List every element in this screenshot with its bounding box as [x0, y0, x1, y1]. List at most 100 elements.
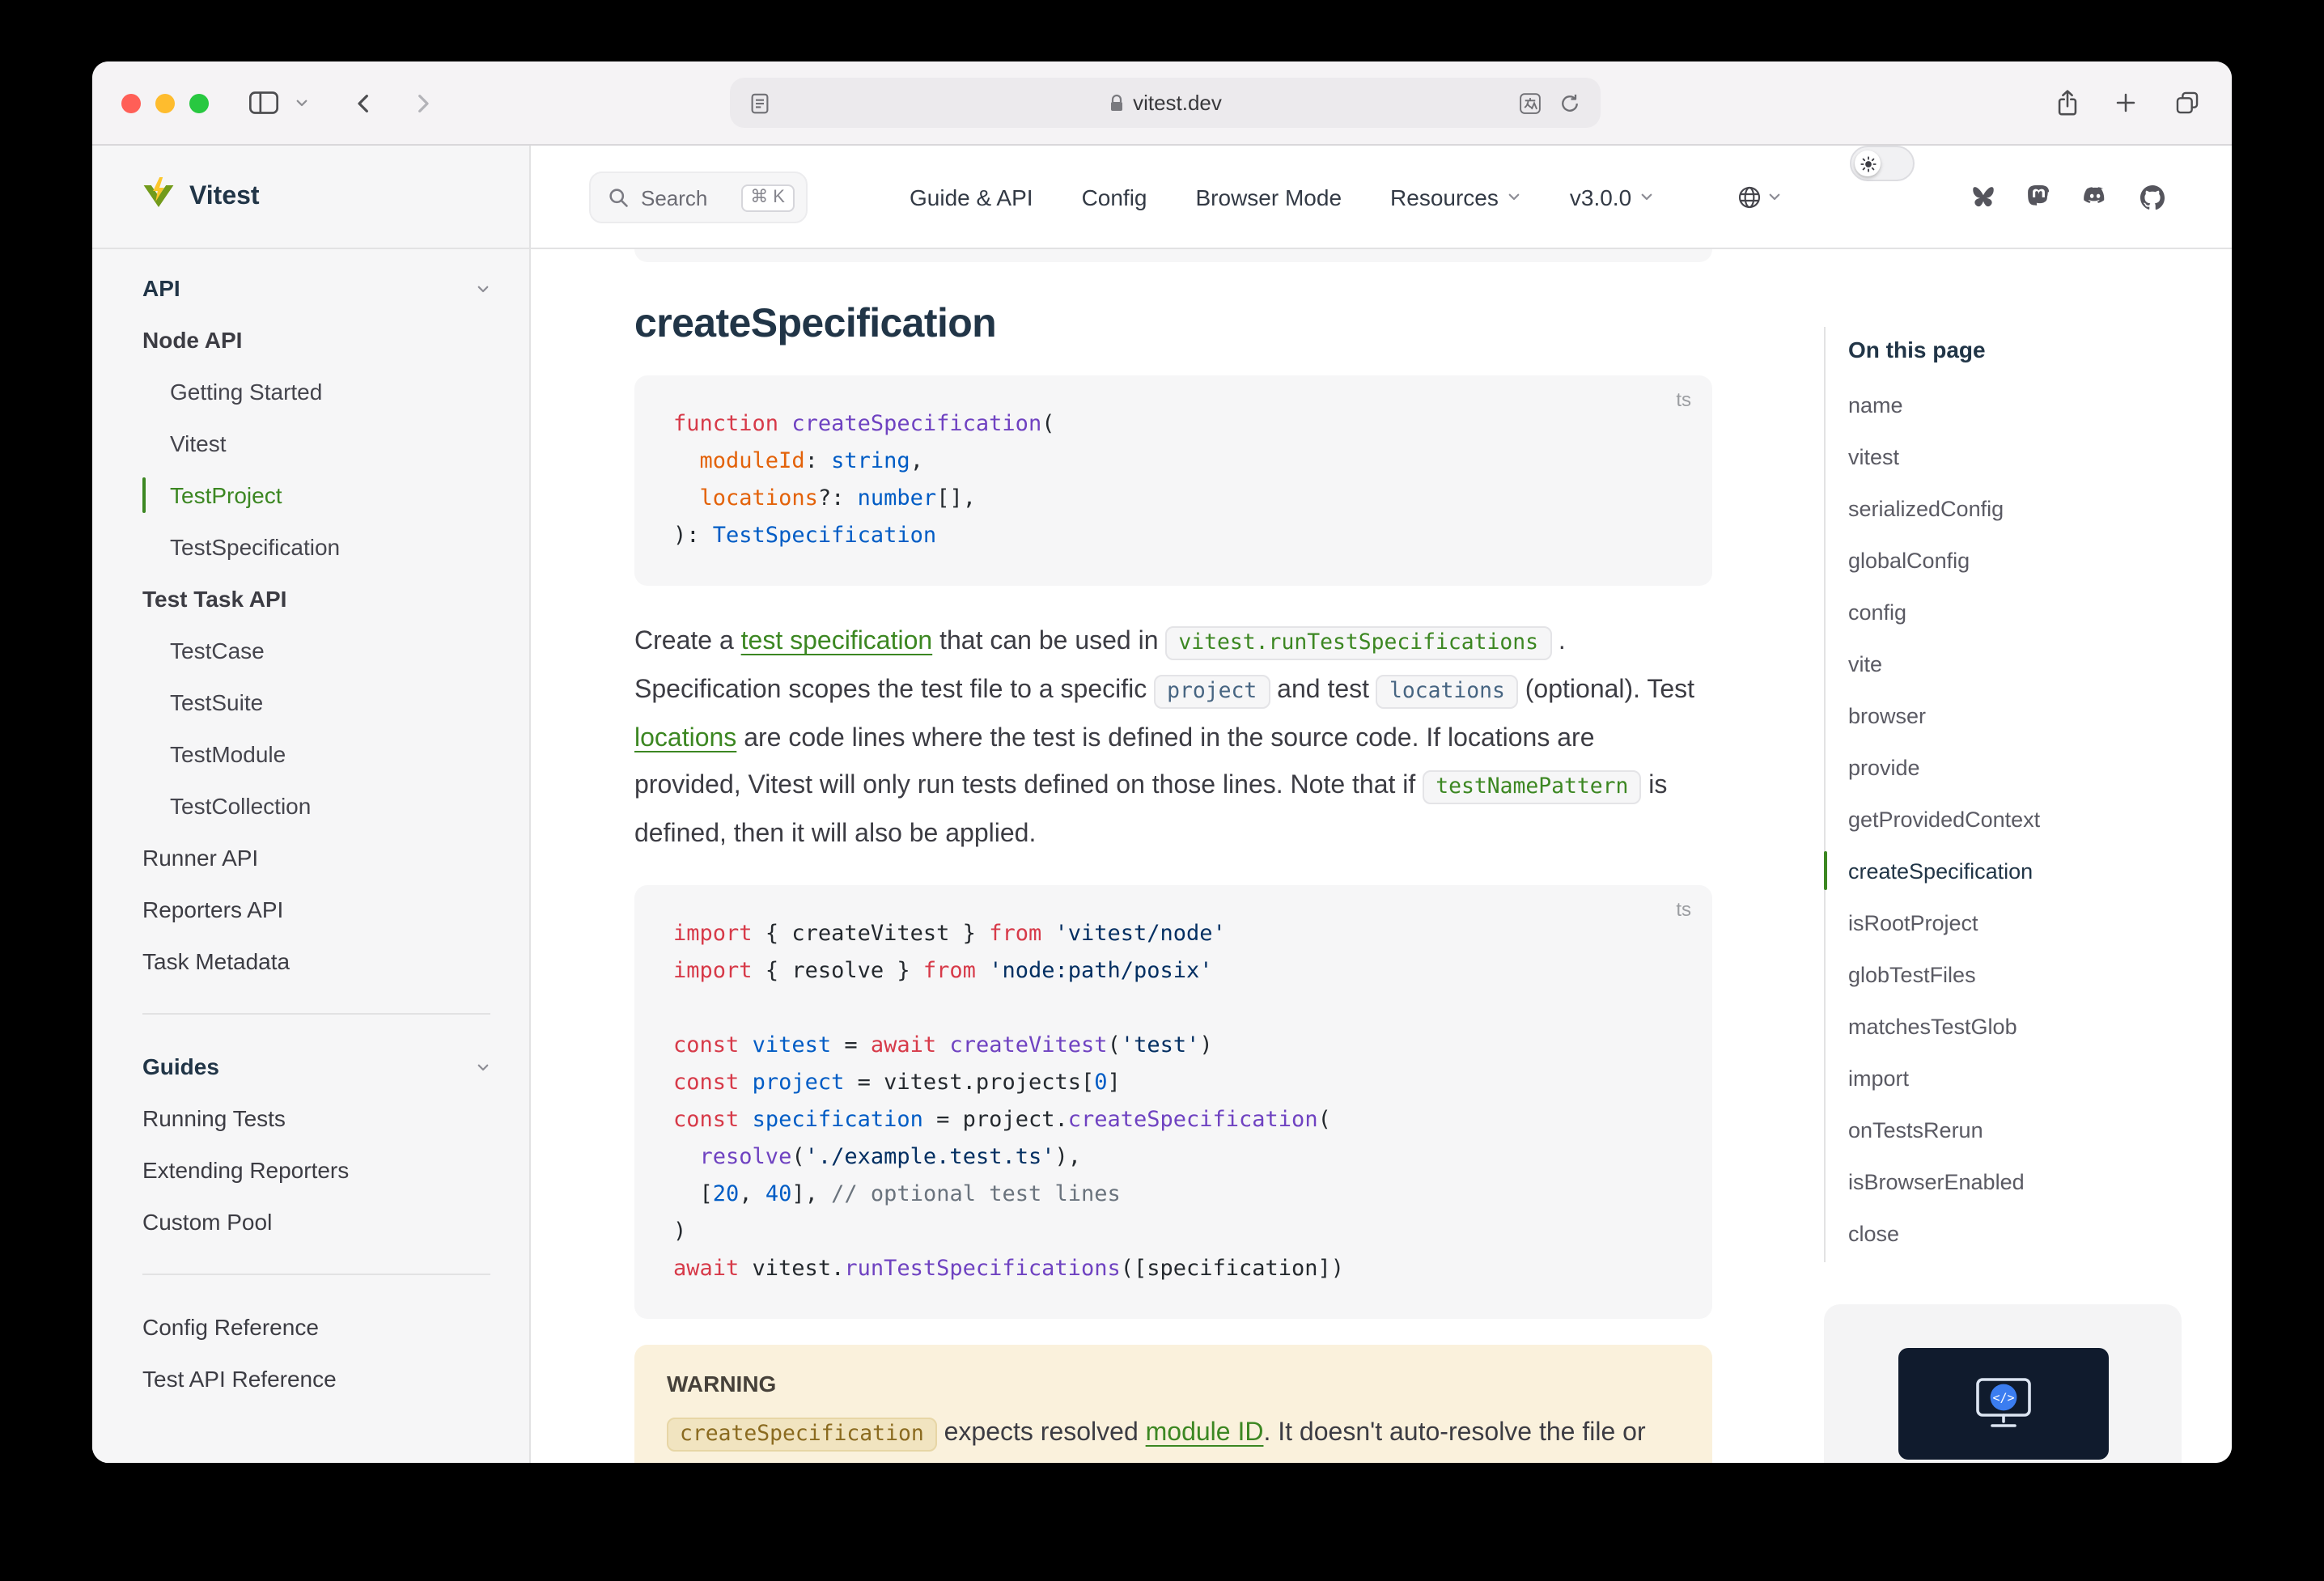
sidebar-item-getting-started[interactable]: Getting Started — [142, 366, 490, 418]
sidebar-item-testproject[interactable]: TestProject — [142, 469, 490, 521]
text-link[interactable]: test specification — [741, 628, 933, 655]
theme-toggle[interactable] — [1850, 146, 1915, 181]
toc-item-globtestfiles[interactable]: globTestFiles — [1848, 948, 2182, 1000]
toc-item-close[interactable]: close — [1848, 1207, 2182, 1259]
toc-item-ontestsrerun[interactable]: onTestsRerun — [1848, 1104, 2182, 1155]
nav-link-config[interactable]: Config — [1082, 184, 1147, 210]
code-token: [], — [936, 485, 976, 511]
code-token: , — [739, 1181, 765, 1207]
inline-code-link[interactable]: vitest.runTestSpecifications — [1165, 626, 1551, 660]
toc-item-createspecification[interactable]: createSpecification — [1848, 845, 2182, 896]
bluesky-link[interactable] — [1970, 183, 1997, 210]
sidebar-item-guides[interactable]: Guides — [142, 1041, 490, 1092]
sidebar-item-test-task-api[interactable]: Test Task API — [142, 573, 490, 625]
sidebar-toggle-button[interactable] — [246, 85, 282, 121]
new-tab-button[interactable] — [2107, 85, 2143, 121]
sidebar-item-running-tests[interactable]: Running Tests — [142, 1092, 490, 1144]
sidebar-item-custom-pool[interactable]: Custom Pool — [142, 1196, 490, 1248]
sidebar-item-node-api[interactable]: Node API — [142, 314, 490, 366]
code-token: ] — [1108, 1070, 1121, 1096]
sidebar-item-extending-reporters[interactable]: Extending Reporters — [142, 1144, 490, 1196]
code-token: createVitest — [949, 1032, 1107, 1058]
github-link[interactable] — [2138, 182, 2167, 211]
code-block-example: ts import { createVitest } from 'vitest/… — [634, 885, 1712, 1319]
inline-code: project — [1154, 675, 1270, 709]
toc-item-isrootproject[interactable]: isRootProject — [1848, 896, 2182, 948]
toc-item-vite[interactable]: vite — [1848, 638, 2182, 689]
code-token: const — [673, 1107, 739, 1133]
warning-title: WARNING — [667, 1371, 1680, 1397]
reload-button[interactable] — [1559, 91, 1581, 114]
intro-paragraph: Create a test specification that can be … — [634, 618, 1703, 858]
sidebar-item-runner-api[interactable]: Runner API — [142, 832, 490, 884]
tab-overview-button[interactable] — [2169, 85, 2204, 121]
inline-code: locations — [1376, 675, 1518, 709]
site-header: Vitest Search ⌘ K Guide & API Config Brows… — [92, 146, 2232, 249]
share-button[interactable] — [2049, 85, 2084, 121]
inline-code-link[interactable]: testNamePattern — [1423, 770, 1641, 804]
address-bar[interactable]: vitest.dev — [730, 78, 1601, 128]
nav-link-browser-mode[interactable]: Browser Mode — [1196, 184, 1342, 210]
warning-body: createSpecification expects resolved mod… — [667, 1411, 1680, 1463]
nav-link-resources[interactable]: Resources — [1390, 184, 1521, 210]
toc-item-serializedconfig[interactable]: serializedConfig — [1848, 482, 2182, 534]
sidebar-item-testmodule[interactable]: TestModule — [142, 728, 490, 780]
code-token: import — [673, 958, 753, 984]
sidebar-item-test-api-reference[interactable]: Test API Reference — [142, 1353, 490, 1405]
sidebar-item-label: Task Metadata — [142, 948, 290, 974]
sidebar-item-testsuite[interactable]: TestSuite — [142, 676, 490, 728]
code-token: vitest. — [739, 1256, 844, 1282]
mastodon-link[interactable] — [2025, 183, 2052, 210]
toc-item-matchestestglob[interactable]: matchesTestGlob — [1848, 1000, 2182, 1052]
toc-item-config[interactable]: config — [1848, 586, 2182, 638]
nav-link-v3-0-0[interactable]: v3.0.0 — [1570, 184, 1654, 210]
forward-button[interactable] — [405, 85, 440, 121]
sidebar-item-api[interactable]: API — [142, 262, 490, 314]
translate-button[interactable] — [1518, 91, 1542, 115]
back-button[interactable] — [346, 85, 382, 121]
sidebar-item-testcase[interactable]: TestCase — [142, 625, 490, 676]
text-link[interactable]: module ID — [1146, 1419, 1264, 1447]
sidebar-item-testcollection[interactable]: TestCollection — [142, 780, 490, 832]
page-title: createSpecification — [634, 301, 1712, 348]
toc-item-getprovidedcontext[interactable]: getProvidedContext — [1848, 793, 2182, 845]
sidebar-nav: APINode APIGetting StartedVitestTestProj… — [92, 249, 531, 1463]
sidebar-item-testspecification[interactable]: TestSpecification — [142, 521, 490, 573]
vitest-logo[interactable]: Vitest — [92, 146, 531, 248]
code-token: = project. — [923, 1107, 1068, 1133]
code-token — [1041, 921, 1054, 947]
sidebar-item-config-reference[interactable]: Config Reference — [142, 1301, 490, 1353]
toc-item-name[interactable]: name — [1848, 379, 2182, 430]
toc-item-browser[interactable]: browser — [1848, 689, 2182, 741]
nav-link-guide-api[interactable]: Guide & API — [910, 184, 1033, 210]
code-token: ) — [673, 1219, 686, 1244]
code-line: ): TestSpecification — [673, 518, 1673, 555]
code-line: import { createVitest } from 'vitest/nod… — [673, 916, 1673, 953]
sidebar-item-reporters-api[interactable]: Reporters API — [142, 884, 490, 935]
close-window-button[interactable] — [121, 94, 141, 113]
toc-item-isbrowserenabled[interactable]: isBrowserEnabled — [1848, 1155, 2182, 1207]
site-title: Vitest — [189, 182, 260, 211]
sponsor-card[interactable]: </> — [1824, 1304, 2182, 1463]
sidebar-item-label: Test API Reference — [142, 1366, 337, 1392]
code-token: moduleId — [700, 448, 805, 474]
sidebar-item-label: TestModule — [170, 741, 286, 767]
language-menu-button[interactable] — [1737, 184, 1782, 210]
toc-item-globalconfig[interactable]: globalConfig — [1848, 534, 2182, 586]
chevron-down-icon — [1767, 189, 1782, 204]
back-icon — [351, 90, 377, 116]
zoom-window-button[interactable] — [189, 94, 209, 113]
text-link[interactable]: locations — [634, 725, 736, 752]
search-button[interactable]: Search ⌘ K — [589, 172, 808, 223]
toc-item-import[interactable]: import — [1848, 1052, 2182, 1104]
toc-item-provide[interactable]: provide — [1848, 741, 2182, 793]
minimize-window-button[interactable] — [155, 94, 175, 113]
toc-item-vitest[interactable]: vitest — [1848, 430, 2182, 482]
sidebar-item-vitest[interactable]: Vitest — [142, 418, 490, 469]
toc-rail — [1824, 327, 1826, 1262]
sidebar-item-task-metadata[interactable]: Task Metadata — [142, 935, 490, 987]
forward-icon — [409, 90, 435, 116]
reader-page-icon[interactable] — [748, 91, 772, 115]
tab-group-chevron-button[interactable] — [290, 85, 312, 121]
discord-link[interactable] — [2080, 183, 2110, 210]
